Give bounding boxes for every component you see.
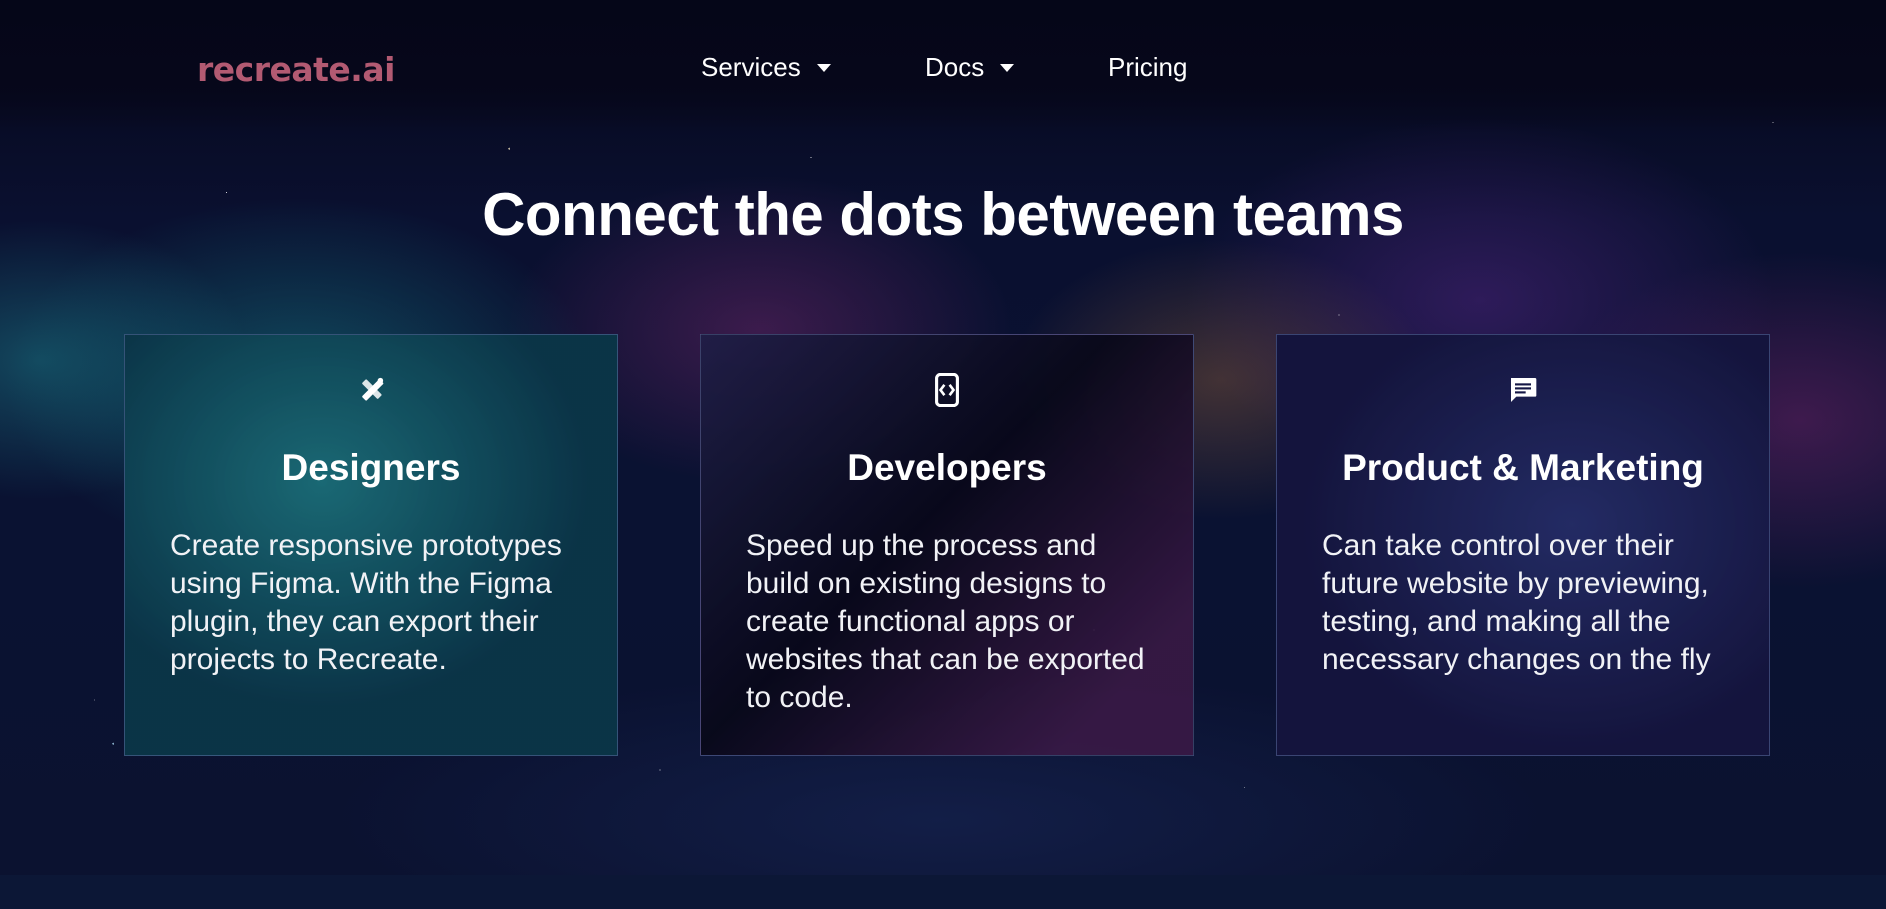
nav-item-label: Services [701, 52, 801, 82]
card-title: Product & Marketing [1342, 447, 1704, 488]
code-device-icon [701, 373, 1193, 407]
nav-item-docs[interactable]: Docs [925, 52, 1015, 83]
chevron-down-icon [816, 63, 831, 72]
page-title: Connect the dots between teams [482, 181, 1404, 248]
card-title: Designers [281, 447, 461, 488]
card-developers: Developers Speed up the process and buil… [700, 334, 1194, 756]
card-description: Speed up the process and build on existi… [746, 529, 1145, 714]
chat-message-icon [1277, 375, 1769, 405]
nav-item-label: Docs [925, 52, 985, 82]
card-description: Can take control over their future websi… [1322, 529, 1711, 676]
nav-item-pricing[interactable]: Pricing [1108, 52, 1187, 83]
bottom-strip [0, 875, 1886, 909]
design-tools-icon [125, 375, 617, 405]
nav-item-services[interactable]: Services [701, 52, 831, 83]
card-description: Create responsive prototypes using Figma… [170, 529, 562, 676]
card-title: Developers [847, 447, 1047, 488]
brand-logo[interactable]: recreate.ai [197, 50, 395, 89]
nav-item-label: Pricing [1108, 52, 1188, 82]
chevron-down-icon [1000, 63, 1015, 72]
card-product-marketing: Product & Marketing Can take control ove… [1276, 334, 1770, 756]
card-designers: Designers Create responsive prototypes u… [124, 334, 618, 756]
